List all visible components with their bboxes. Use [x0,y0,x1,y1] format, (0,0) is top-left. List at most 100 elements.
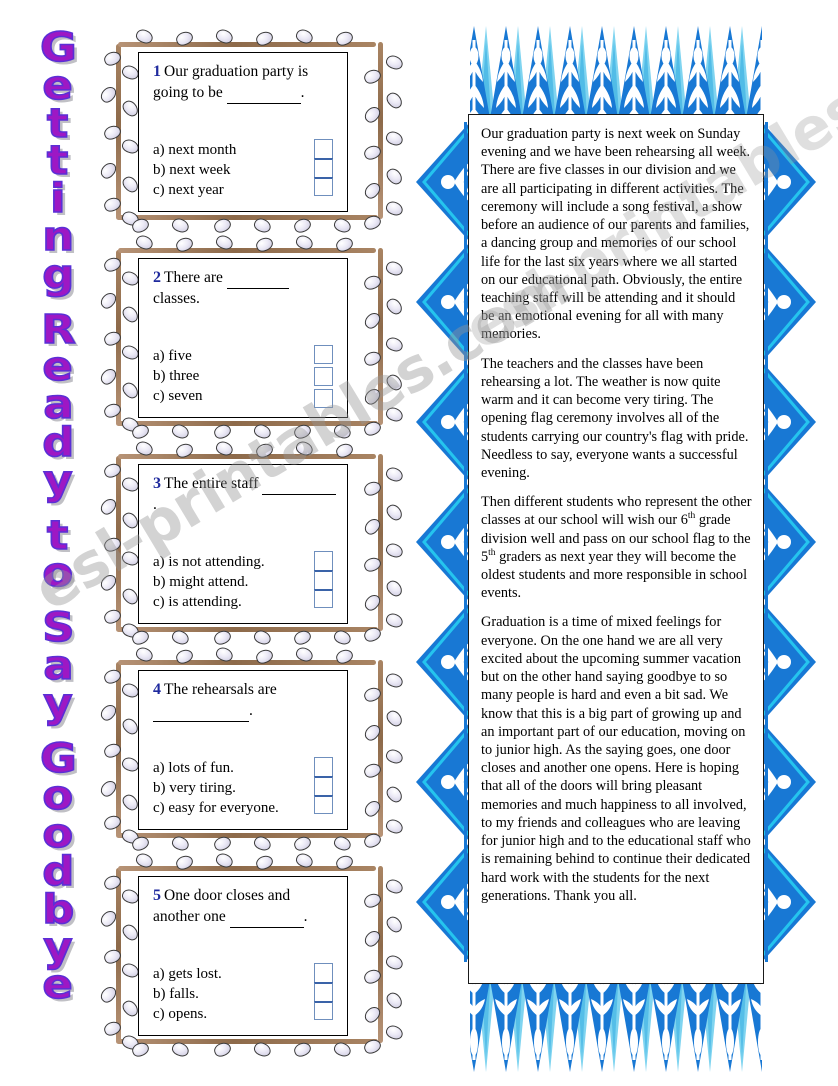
willow-bud [383,165,406,188]
answer-checkbox[interactable] [314,551,333,570]
willow-bud [362,349,383,368]
answer-checkbox[interactable] [314,757,333,776]
willow-bud [332,628,353,647]
answer-checkbox[interactable] [314,1001,333,1020]
willow-bud [362,761,383,780]
answer-checkbox[interactable] [314,389,333,408]
willow-bud [97,365,120,388]
willow-bud [252,1040,273,1059]
option-item[interactable]: c) opens. [153,1005,222,1025]
question-text: The entire staff [164,475,263,492]
passage-paragraph: Then different students who represent th… [481,494,752,602]
option-item[interactable]: b) might attend. [153,573,265,593]
willow-bud [361,797,384,820]
willow-bud [254,853,275,872]
willow-bud [384,611,405,630]
willow-bud [383,89,406,112]
option-item[interactable]: a) five [153,347,203,367]
willow-bud [384,465,405,484]
branch-stem-bottom [116,627,378,632]
title-letter: y [43,924,74,971]
willow-bud [384,671,405,690]
willow-bud [384,1023,405,1042]
answer-checkbox[interactable] [314,776,333,795]
willow-bud [134,851,155,870]
answer-checkbox[interactable] [314,139,333,158]
willow-bud [362,555,383,574]
question-card: 5 One door closes and another one . a) get… [138,876,348,1036]
answer-checkbox[interactable] [314,963,333,982]
option-item[interactable]: c) seven [153,387,203,407]
title-letter: e [42,344,74,391]
branch-stem-top [118,248,376,253]
option-item[interactable]: b) falls. [153,985,222,1005]
willow-bud [294,27,315,46]
willow-bud [130,628,151,647]
answer-checkbox[interactable] [314,367,333,386]
question-prompt: 2 There are classes. [153,268,337,309]
willow-bud [97,83,120,106]
option-item[interactable]: b) three [153,367,203,387]
passage-paragraph: The teachers and the classes have been r… [481,355,749,481]
answer-checkbox[interactable] [314,589,333,608]
question-text-tail: . [303,907,308,925]
willow-bud [361,385,384,408]
option-item[interactable]: a) is not attending. [153,553,265,573]
question-options: a) is not attending. b) might attend. c) i… [153,553,265,612]
answer-checkbox[interactable] [314,982,333,1001]
title-letter: a [42,382,74,429]
answer-checkbox[interactable] [314,345,333,364]
willow-bud [130,834,151,853]
question-text: There are [164,269,227,286]
willow-bud [102,813,123,832]
option-item[interactable]: a) next month [153,141,236,161]
option-item[interactable]: a) lots of fun. [153,759,279,779]
option-item[interactable]: a) gets lost. [153,965,222,985]
willow-bud [384,53,405,72]
title-letter: R [40,306,76,353]
answer-checkbox-stack [314,345,333,408]
willow-bud [102,667,123,686]
branch-stem-top [118,660,376,665]
option-item[interactable]: c) easy for everyone. [153,799,279,819]
willow-bud [174,647,195,666]
willow-bud [383,295,406,318]
answer-checkbox[interactable] [314,177,333,196]
answer-blank[interactable] [226,268,289,290]
willow-bud [97,571,120,594]
question-prompt: 1 Our graduation party is going to be . [153,62,337,104]
willow-bud [97,777,120,800]
willow-bud [212,216,233,235]
branch-stem-bottom [116,833,378,838]
willow-bud [120,621,141,640]
question-block: 1 Our graduation party is going to be . a)… [96,27,406,235]
answer-checkbox[interactable] [314,795,333,814]
branch-stem-left [116,868,121,1043]
willow-bud [384,335,405,354]
willow-bud [170,422,191,441]
branch-stem-top [118,42,376,47]
willow-bud [332,1040,353,1059]
willow-bud [292,834,313,853]
answer-blank[interactable] [262,474,337,496]
willow-bud [134,645,155,664]
willow-bud [130,1040,151,1059]
answer-blank[interactable] [226,83,301,104]
willow-bud [120,209,141,228]
title-letter: y [43,680,74,727]
branch-stem-bottom [116,1039,378,1044]
option-item[interactable]: c) is attending. [153,593,265,613]
willow-bud [332,834,353,853]
option-item[interactable]: b) next week [153,161,236,181]
answer-blank[interactable] [153,701,249,722]
answer-blank[interactable] [229,907,304,928]
option-item[interactable]: c) next year [153,181,236,201]
title-letter: o [42,811,74,858]
willow-bud [362,625,383,644]
willow-bud [294,851,315,870]
answer-checkbox[interactable] [314,570,333,589]
willow-bud [174,441,195,460]
answer-checkbox[interactable] [314,158,333,177]
willow-bud [214,645,235,664]
option-item[interactable]: b) very tiring. [153,779,279,799]
